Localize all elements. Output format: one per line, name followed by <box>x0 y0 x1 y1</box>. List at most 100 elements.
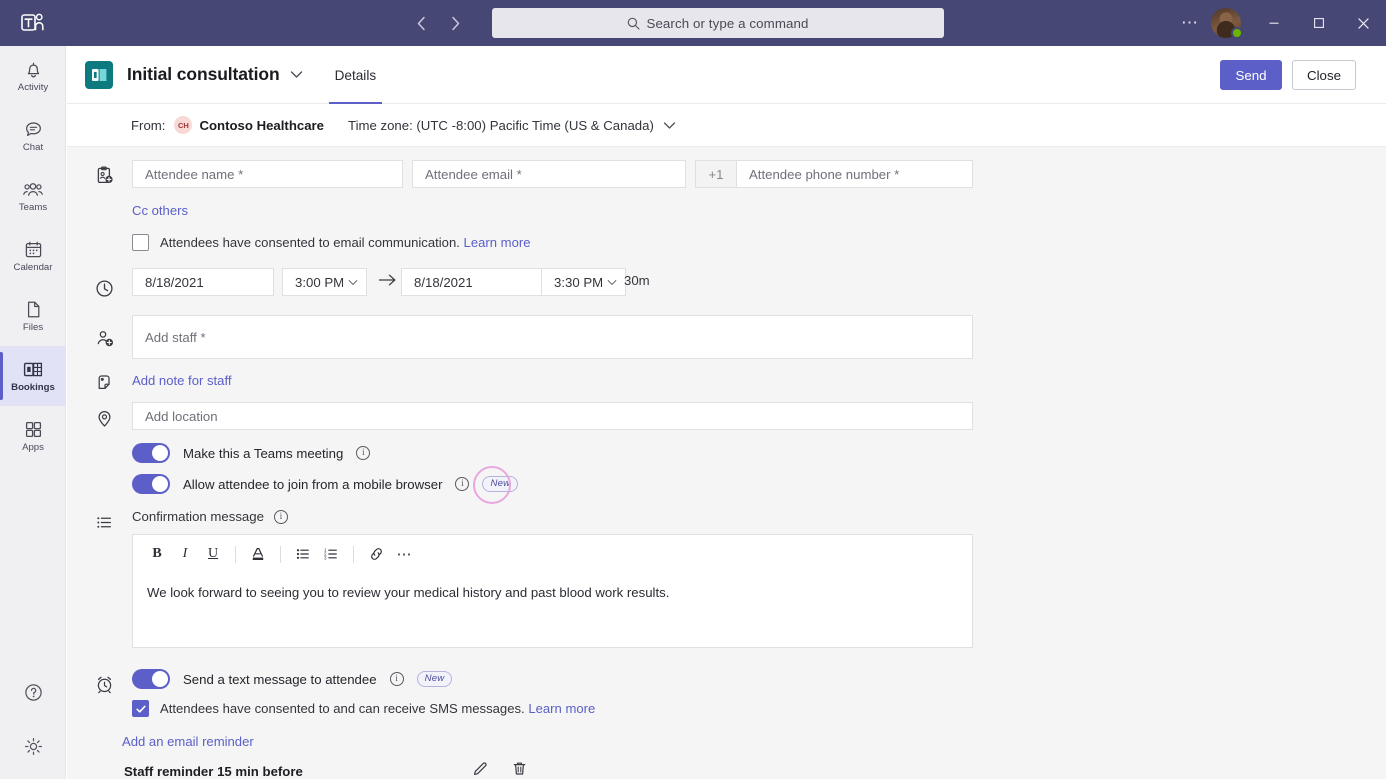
editor-toolbar: B I U 1 2 3 ⋯ <box>133 535 972 573</box>
timezone-chevron-down-icon[interactable] <box>663 121 676 130</box>
forward-chevron-right-icon[interactable] <box>440 8 470 38</box>
page-header: Initial consultation Details Send Close <box>67 46 1386 104</box>
attendee-phone-input[interactable]: Attendee phone number * <box>737 160 973 188</box>
sidebar-item-bookings[interactable]: Bookings <box>0 346 66 406</box>
header-actions: Send Close <box>1220 60 1356 90</box>
attendee-name-input[interactable]: Attendee name * <box>132 160 403 188</box>
info-icon[interactable]: i <box>273 509 288 524</box>
apps-grid-icon <box>25 421 41 438</box>
teams-meeting-toggle[interactable] <box>132 443 170 463</box>
app-sidebar: Activity Chat Teams Calendar Files Booki… <box>0 46 66 779</box>
list-icon <box>91 509 117 535</box>
phone-prefix-value: +1 <box>708 166 724 182</box>
org-avatar: CH <box>174 116 193 134</box>
trash-icon[interactable] <box>511 760 528 779</box>
attendee-phone-placeholder: Attendee phone number * <box>749 166 900 182</box>
end-date-input[interactable]: 8/18/2021 <box>401 268 543 296</box>
add-location-placeholder: Add location <box>145 408 218 424</box>
send-button[interactable]: Send <box>1220 60 1282 90</box>
location-pin-icon <box>91 405 117 431</box>
italic-icon[interactable]: I <box>171 540 199 568</box>
font-color-icon[interactable] <box>244 540 272 568</box>
more-ellipsis-icon[interactable]: ⋯ <box>1173 7 1207 39</box>
toolbar-divider <box>353 545 354 563</box>
from-timezone-bar: From: CH Contoso Healthcare Time zone: (… <box>67 104 1386 147</box>
mobile-browser-label: Allow attendee to join from a mobile bro… <box>183 476 443 492</box>
bold-icon[interactable]: B <box>143 540 171 568</box>
sidebar-item-chat[interactable]: Chat <box>0 106 66 166</box>
sms-toggle-row: Send a text message to attendee i New <box>132 669 453 689</box>
close-icon[interactable] <box>1341 0 1386 46</box>
close-button[interactable]: Close <box>1292 60 1356 90</box>
sidebar-item-label: Teams <box>18 202 48 213</box>
calendar-icon <box>25 241 41 258</box>
confirmation-message-body[interactable]: We look forward to seeing you to review … <box>133 573 972 612</box>
attendee-name-placeholder: Attendee name * <box>145 166 244 182</box>
tab-details[interactable]: Details <box>328 48 383 104</box>
attendee-card-icon <box>91 162 117 188</box>
phone-country-prefix[interactable]: +1 <box>695 160 737 188</box>
back-chevron-left-icon[interactable] <box>406 8 436 38</box>
note-icon <box>91 369 117 395</box>
sidebar-item-activity[interactable]: Activity <box>0 46 66 106</box>
link-icon[interactable] <box>362 540 390 568</box>
sidebar-item-calendar[interactable]: Calendar <box>0 226 66 286</box>
sms-consent-checkbox[interactable] <box>132 700 149 717</box>
end-time-select[interactable]: 3:30 PM <box>541 268 626 296</box>
settings-gear-icon[interactable] <box>0 719 66 773</box>
timezone-label: Time zone: (UTC -8:00) Pacific Time (US … <box>348 117 654 133</box>
email-consent-label: Attendees have consented to email commun… <box>160 235 460 250</box>
info-icon[interactable]: i <box>389 672 404 686</box>
attendee-email-input[interactable]: Attendee email * <box>412 160 686 188</box>
sms-toggle[interactable] <box>132 669 170 689</box>
alarm-clock-icon <box>91 671 117 697</box>
org-name: Contoso Healthcare <box>199 117 325 133</box>
info-icon[interactable]: i <box>356 446 371 460</box>
search-placeholder-text: Search or type a command <box>646 15 809 31</box>
bookings-icon <box>23 362 43 377</box>
title-chevron-down-icon[interactable] <box>290 70 303 79</box>
available-presence-icon <box>1231 27 1243 39</box>
header-tabs: Details <box>328 46 383 104</box>
confirmation-message-label-row: Confirmation message i <box>132 509 288 524</box>
add-note-for-staff-link[interactable]: Add note for staff <box>132 373 231 388</box>
sms-consent-text: Attendees have consented to and can rece… <box>160 701 595 716</box>
start-date-value: 8/18/2021 <box>145 274 204 290</box>
info-icon[interactable]: i <box>455 477 470 491</box>
end-date-value: 8/18/2021 <box>414 274 473 290</box>
search-input[interactable]: Search or type a command <box>492 8 944 38</box>
staff-reminder-label: Staff reminder 15 min before <box>124 764 303 779</box>
cc-others-link[interactable]: Cc others <box>132 203 188 218</box>
sidebar-item-files[interactable]: Files <box>0 286 66 346</box>
sidebar-item-teams[interactable]: Teams <box>0 166 66 226</box>
avatar[interactable] <box>1211 8 1243 39</box>
help-icon[interactable] <box>0 665 66 719</box>
add-location-input[interactable]: Add location <box>132 402 973 430</box>
start-time-select[interactable]: 3:00 PM <box>282 268 367 296</box>
maximize-icon[interactable] <box>1296 0 1341 46</box>
chevron-down-icon <box>348 279 358 285</box>
underline-icon[interactable]: U <box>199 540 227 568</box>
mobile-browser-toggle-row: Allow attendee to join from a mobile bro… <box>132 466 519 504</box>
toggle-knob <box>152 476 168 492</box>
numbered-list-icon[interactable]: 1 2 3 <box>317 540 345 568</box>
sidebar-item-label: Activity <box>17 82 49 93</box>
confirmation-message-label: Confirmation message <box>132 509 264 524</box>
start-date-input[interactable]: 8/18/2021 <box>132 268 274 296</box>
mobile-browser-toggle[interactable] <box>132 474 170 494</box>
checkmark-icon <box>135 705 146 713</box>
bookings-service-icon <box>85 60 113 89</box>
email-consent-checkbox[interactable] <box>132 234 149 251</box>
sidebar-item-apps[interactable]: Apps <box>0 406 66 466</box>
email-consent-learn-more-link[interactable]: Learn more <box>464 235 531 250</box>
minimize-icon[interactable] <box>1251 0 1296 46</box>
more-options-icon[interactable]: ⋯ <box>390 540 418 568</box>
clock-icon <box>91 275 117 301</box>
pencil-icon[interactable] <box>472 760 489 779</box>
sms-consent-learn-more-link[interactable]: Learn more <box>528 701 595 716</box>
chevron-down-icon <box>607 279 617 285</box>
add-email-reminder-link[interactable]: Add an email reminder <box>122 734 254 749</box>
add-staff-input[interactable]: Add staff * <box>132 315 973 359</box>
confirmation-message-editor: B I U 1 2 3 ⋯ We look forward to seeing … <box>132 534 973 648</box>
bulleted-list-icon[interactable] <box>289 540 317 568</box>
